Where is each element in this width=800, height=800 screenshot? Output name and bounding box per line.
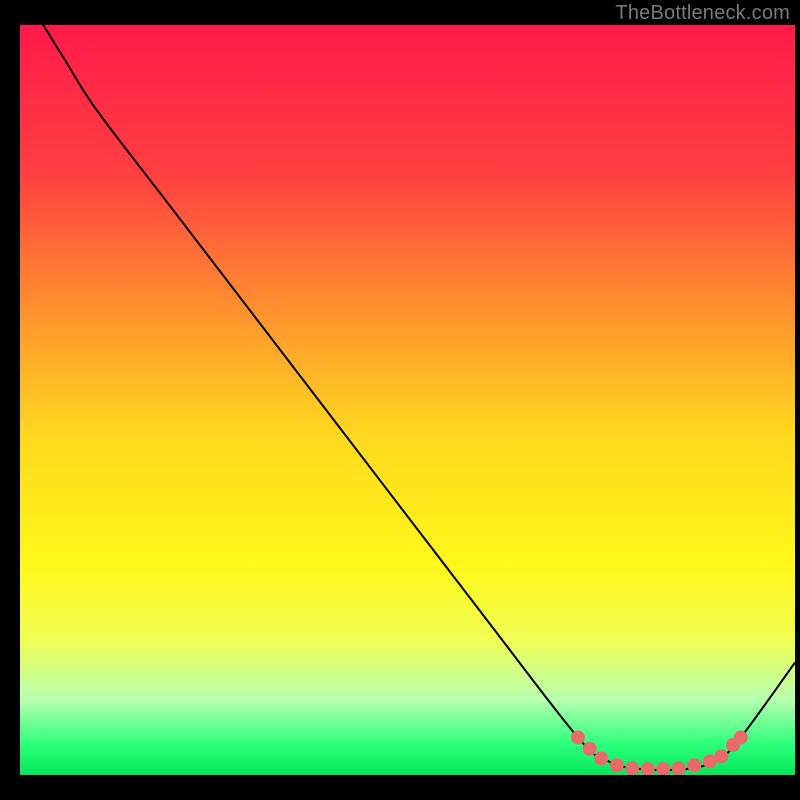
marker-dot xyxy=(610,758,624,772)
marker-dot xyxy=(672,761,686,775)
marker-dot xyxy=(571,731,585,745)
bottleneck-chart xyxy=(0,0,800,800)
marker-dot xyxy=(714,749,728,763)
plot-background xyxy=(20,25,795,775)
marker-dot xyxy=(656,762,670,776)
marker-dot xyxy=(583,742,597,756)
marker-dot xyxy=(687,758,701,772)
marker-dot xyxy=(734,731,748,745)
marker-dot xyxy=(594,752,608,766)
marker-dot xyxy=(641,762,655,776)
chart-stage: TheBottleneck.com xyxy=(0,0,800,800)
marker-dot xyxy=(625,761,639,775)
attribution-text: TheBottleneck.com xyxy=(615,2,790,25)
